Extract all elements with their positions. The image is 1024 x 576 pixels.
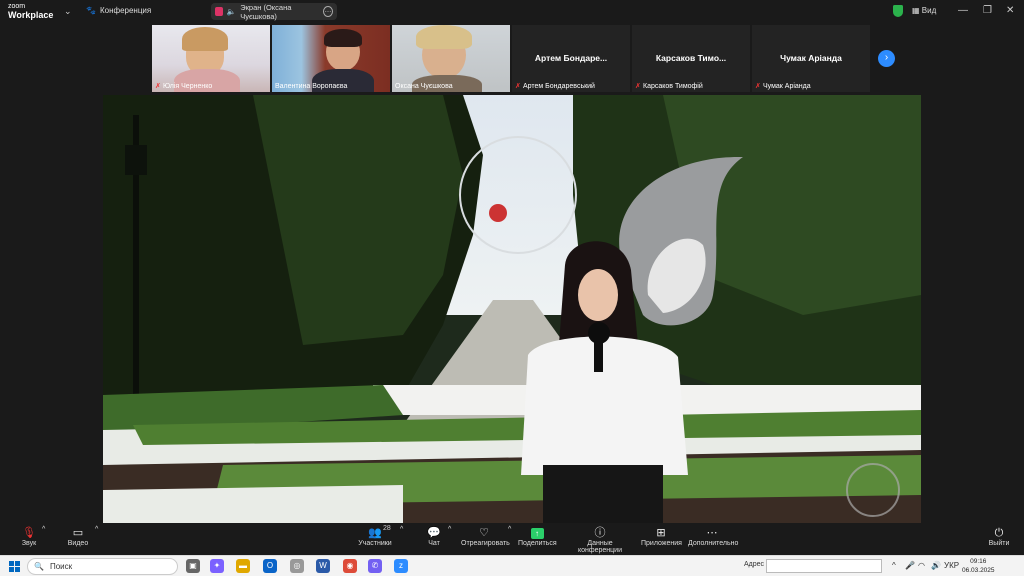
minimize-icon[interactable]: — [958, 5, 968, 16]
video-scene-image [103, 95, 921, 523]
more-button[interactable]: ⋯ Дополнительно [688, 526, 738, 547]
zoom-taskbar-icon[interactable]: z [394, 559, 408, 573]
outlook-icon[interactable]: O [263, 559, 277, 573]
chevron-down-icon[interactable]: ⌄ [64, 6, 72, 17]
file-explorer-icon[interactable]: ▬ [236, 559, 250, 573]
participant-video [392, 25, 510, 92]
participant-tile[interactable]: Артем Бондаре... ✗ Артем Бондаревський [512, 25, 630, 92]
taskbar-search[interactable]: 🔍 Поиск [27, 558, 178, 575]
audio-button[interactable]: 🎙 Звук [18, 526, 40, 547]
search-icon: 🔍 [34, 562, 44, 571]
screen-thumb-icon [215, 7, 223, 16]
language-indicator[interactable]: УКР [944, 561, 959, 570]
more-icon: ⋯ [706, 527, 718, 539]
participants-strip: ✗ Юлія Черненко Валентина Воропаєва Оксан… [152, 25, 872, 92]
react-options-chevron-icon[interactable]: ^ [508, 526, 511, 533]
taskbar-clock[interactable]: 09:16 06.03.2025 [962, 557, 995, 575]
audio-options-chevron-icon[interactable]: ^ [42, 526, 45, 533]
chevron-right-icon: › [884, 52, 889, 63]
restore-icon[interactable]: ❐ [983, 5, 992, 16]
mic-muted-icon: ✗ [515, 83, 521, 90]
chrome-icon[interactable]: ◉ [343, 559, 357, 573]
grid-icon: ▦ [912, 6, 920, 15]
more-options-icon[interactable]: … [323, 6, 333, 17]
speaker-icon: 🔈 [226, 7, 237, 16]
microphone-icon[interactable]: 🎤 [905, 561, 915, 570]
share-screen-icon: ↑ [530, 528, 544, 539]
participant-tile[interactable]: Оксана Чуєшкова [392, 25, 510, 92]
leave-button[interactable]: ⏻ Выйти [988, 526, 1010, 547]
windows-taskbar: 🔍 Поиск ▣ ✦ ▬ O ◎ W ◉ ✆ z Адрес ^ 🎤 ◠ 🔊 … [0, 555, 1024, 576]
participant-video [272, 25, 390, 92]
mic-muted-icon: ✗ [635, 83, 641, 90]
share-button[interactable]: ↑ Поделиться [518, 526, 557, 547]
word-icon[interactable]: W [316, 559, 330, 573]
view-button[interactable]: ▦ Вид [912, 6, 936, 15]
chat-options-chevron-icon[interactable]: ^ [448, 526, 451, 533]
participant-video [152, 25, 270, 92]
video-button[interactable]: ▭ Видео [64, 526, 92, 547]
volume-icon[interactable]: 🔊 [931, 561, 941, 570]
react-button[interactable]: ♡ Отреагировать [461, 526, 510, 547]
conference-data-button[interactable]: ⓘ Данные конференции [566, 526, 634, 554]
participants-options-chevron-icon[interactable]: ^ [400, 526, 403, 533]
viber-icon[interactable]: ✆ [368, 559, 382, 573]
zoom-logo: zoom Workplace [8, 3, 54, 20]
mic-muted-icon: 🎙 [22, 527, 36, 539]
shared-screen-video [103, 95, 921, 523]
app-icon[interactable]: ◎ [290, 559, 304, 573]
chat-button[interactable]: 💬 Чат [424, 526, 444, 547]
mic-muted-icon: ✗ [155, 83, 161, 90]
tray-chevron-icon[interactable]: ^ [892, 561, 896, 570]
participant-tile[interactable]: Валентина Воропаєва [272, 25, 390, 92]
copilot-icon[interactable]: ✦ [210, 559, 224, 573]
conference-menu[interactable]: 🐾 Конференция [86, 6, 151, 15]
apps-icon: ⊞ [656, 527, 666, 539]
address-input[interactable] [766, 559, 882, 573]
participant-tile[interactable]: ✗ Юлія Черненко [152, 25, 270, 92]
windows-start-icon[interactable] [9, 561, 20, 572]
apps-button[interactable]: ⊞ Приложения [641, 526, 682, 547]
screen-share-indicator[interactable]: 🔈 Экран (Оксана Чуєшкова) … [211, 3, 337, 21]
top-bar: zoom Workplace ⌄ 🐾 Конференция 🔈 Экран (… [0, 0, 1024, 24]
info-icon: ⓘ [594, 527, 606, 539]
next-page-button[interactable]: › [878, 50, 895, 67]
leave-icon: ⏻ [994, 527, 1004, 539]
wifi-icon[interactable]: ◠ [918, 561, 925, 570]
chat-icon: 💬 [427, 527, 441, 539]
close-icon[interactable]: ✕ [1006, 5, 1014, 16]
participant-tile[interactable]: Чумак Аріанда ✗ Чумак Аріанда [752, 25, 870, 92]
paw-icon: 🐾 [86, 6, 96, 15]
video-options-chevron-icon[interactable]: ^ [95, 526, 98, 533]
mic-muted-icon: ✗ [755, 83, 761, 90]
task-view-icon[interactable]: ▣ [186, 559, 200, 573]
zoom-window: zoom Workplace ⌄ 🐾 Конференция 🔈 Экран (… [0, 0, 1024, 576]
meeting-controls-bar: 🎙 Звук ^ ▭ Видео ^ 👥 Участники 28 ^ 💬 Ча… [0, 524, 1024, 555]
participant-tile[interactable]: Карсаков Тимо... ✗ Карсаков Тимофій [632, 25, 750, 92]
camera-icon: ▭ [72, 527, 84, 539]
participants-count: 28 [383, 525, 391, 532]
security-shield-icon[interactable] [893, 5, 903, 17]
heart-icon: ♡ [479, 527, 489, 539]
